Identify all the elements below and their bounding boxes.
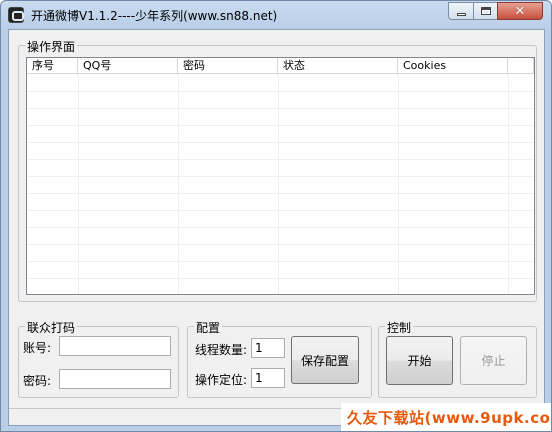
stop-button[interactable]: 停止 xyxy=(460,336,527,385)
column-header-password[interactable]: 密码 xyxy=(178,58,278,73)
window-title: 开通微博V1.1.2----少年系列(www.sn88.net) xyxy=(31,9,278,23)
password-label: 密码: xyxy=(23,374,52,388)
password-input[interactable] xyxy=(59,369,171,389)
maximize-icon xyxy=(480,7,491,15)
grid-line xyxy=(27,244,534,245)
account-label: 账号: xyxy=(23,341,52,355)
column-header-filler xyxy=(508,58,534,73)
maximize-button[interactable] xyxy=(473,2,498,20)
grid-line xyxy=(27,142,534,143)
threads-input[interactable]: 1 xyxy=(251,338,285,358)
start-button[interactable]: 开始 xyxy=(386,336,453,385)
threads-label: 线程数量: xyxy=(195,343,248,357)
operation-group-label: 操作界面 xyxy=(25,38,78,55)
grid-line xyxy=(27,278,534,279)
control-group-label: 控制 xyxy=(385,319,414,336)
grid-line xyxy=(27,261,534,262)
column-header-qq[interactable]: QQ号 xyxy=(78,58,178,73)
grid-line xyxy=(27,108,534,109)
position-label: 操作定位: xyxy=(195,373,248,387)
config-group-label: 配置 xyxy=(194,319,223,336)
column-header-status[interactable]: 状态 xyxy=(278,58,398,73)
save-config-button[interactable]: 保存配置 xyxy=(291,336,359,384)
list-header: 序号 QQ号 密码 状态 Cookies xyxy=(27,58,534,74)
minimize-icon xyxy=(456,12,466,16)
client-area: 操作界面 序号 QQ号 密码 状态 Cookies 联众打码 账号: 密码: 配… xyxy=(8,29,545,426)
app-window: 开通微博V1.1.2----少年系列(www.sn88.net) ✕ 操作界面 … xyxy=(0,0,552,432)
app-icon xyxy=(8,7,24,23)
close-button[interactable]: ✕ xyxy=(497,2,543,20)
captcha-group-label: 联众打码 xyxy=(25,319,78,336)
position-input[interactable]: 1 xyxy=(251,368,285,388)
grid-line xyxy=(27,193,534,194)
grid-line xyxy=(27,210,534,211)
account-list[interactable]: 序号 QQ号 密码 状态 Cookies xyxy=(26,57,535,295)
grid-line xyxy=(27,159,534,160)
close-icon: ✕ xyxy=(514,3,526,19)
title-bar[interactable]: 开通微博V1.1.2----少年系列(www.sn88.net) ✕ xyxy=(1,1,551,29)
grid-line xyxy=(27,91,534,92)
site-watermark: 久友下载站(www.9upk.com) xyxy=(341,403,551,431)
account-input[interactable] xyxy=(59,336,171,356)
grid-line xyxy=(27,176,534,177)
grid-line xyxy=(27,227,534,228)
minimize-button[interactable] xyxy=(448,2,474,20)
column-header-cookies[interactable]: Cookies xyxy=(398,58,508,73)
column-header-index[interactable]: 序号 xyxy=(27,58,78,73)
grid-line xyxy=(27,125,534,126)
